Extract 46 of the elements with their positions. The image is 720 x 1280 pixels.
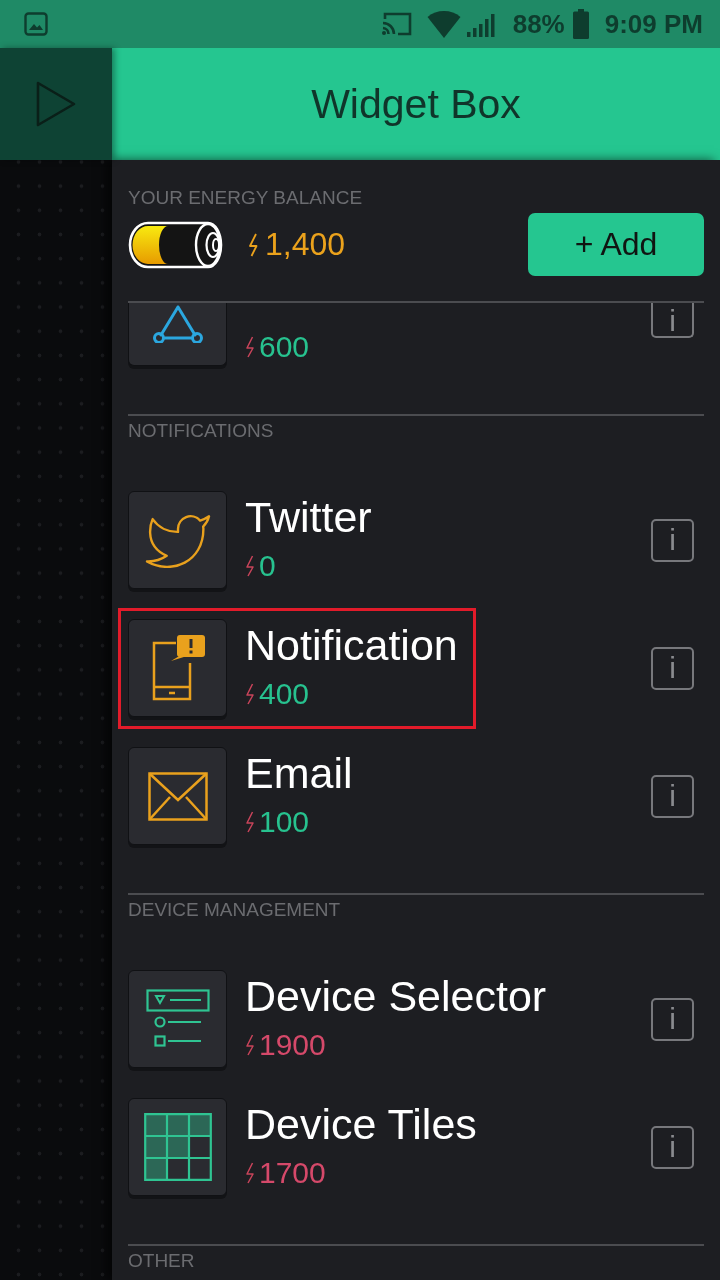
energy-amount: 1,400 xyxy=(265,226,346,263)
add-button[interactable]: + Add xyxy=(528,213,704,276)
bolt-icon xyxy=(245,336,255,358)
section-label: NOTIFICATIONS xyxy=(128,419,275,443)
widget-tile[interactable] xyxy=(128,1098,227,1196)
cast-icon xyxy=(380,11,413,37)
battery-percent: 88% xyxy=(512,9,565,39)
info-button[interactable]: i xyxy=(651,997,694,1041)
widget-name: Device Selector xyxy=(245,971,547,1022)
battery-icon xyxy=(572,9,589,39)
widget-price: 100 xyxy=(259,805,310,839)
signal-icon xyxy=(466,13,495,37)
widget-tile[interactable] xyxy=(128,619,227,717)
info-button[interactable]: i xyxy=(651,646,694,690)
widget-tile[interactable] xyxy=(128,303,227,366)
section-label: OTHER xyxy=(128,1249,196,1273)
widget-price: 600 xyxy=(259,330,310,364)
clock-time: 9:09 PM xyxy=(604,9,703,39)
energy-label: YOUR ENERGY BALANCE xyxy=(128,186,364,210)
bolt-icon xyxy=(245,555,255,577)
bolt-icon xyxy=(248,232,259,257)
info-button[interactable]: i xyxy=(651,303,694,338)
bolt-icon xyxy=(245,811,255,833)
bolt-icon xyxy=(245,683,255,705)
screen-title: Widget Box xyxy=(311,80,521,128)
widget-price: 1900 xyxy=(259,1028,326,1062)
widget-tile[interactable] xyxy=(128,747,227,845)
widget-name: Email xyxy=(245,748,353,799)
info-button[interactable]: i xyxy=(651,518,694,562)
bolt-icon xyxy=(245,1034,255,1056)
play-icon xyxy=(36,81,76,127)
widget-price: 400 xyxy=(259,677,310,711)
wifi-icon xyxy=(426,10,461,38)
image-icon xyxy=(24,11,48,37)
info-button[interactable]: i xyxy=(651,1125,694,1169)
widget-price: 0 xyxy=(259,549,276,583)
widget-name: Device Tiles xyxy=(245,1099,477,1150)
widget-name: Twitter xyxy=(245,492,372,543)
section-label: DEVICE MANAGEMENT xyxy=(128,898,342,922)
widget-name: Notification xyxy=(245,620,458,671)
info-button[interactable]: i xyxy=(651,774,694,818)
widget-tile[interactable] xyxy=(128,970,227,1068)
battery-icon xyxy=(128,220,224,269)
widget-price: 1700 xyxy=(259,1156,326,1190)
widget-tile[interactable] xyxy=(128,491,227,589)
bolt-icon xyxy=(245,1162,255,1184)
